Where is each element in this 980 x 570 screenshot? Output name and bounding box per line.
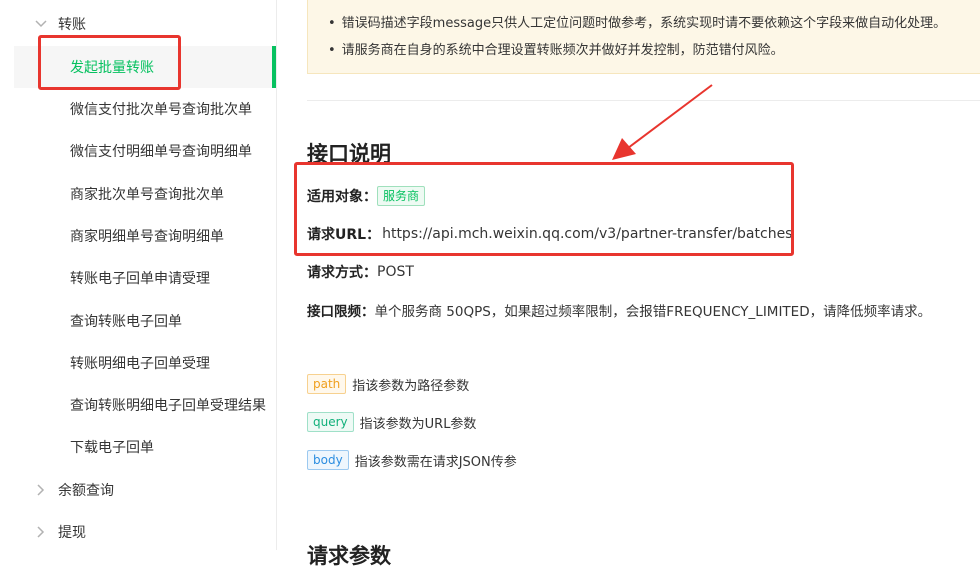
api-method-key: 请求方式：: [307, 265, 377, 281]
sidebar-item-initiate-batch-transfer[interactable]: 发起批量转账: [14, 46, 276, 88]
sidebar-item-query-detail-by-wx-id[interactable]: 微信支付明细单号查询明细单: [14, 130, 276, 172]
sidebar-item-query-detail-by-merchant-id[interactable]: 商家明细单号查询明细单: [14, 215, 276, 257]
sidebar-item-label: 查询转账电子回单: [70, 314, 182, 330]
legend-desc: 指该参数需在请求JSON传参: [354, 454, 517, 470]
notice-line: • 请服务商在自身的系统中合理设置转账频次并做好并发控制，防范错付风险。: [328, 39, 784, 58]
legend-path: path 指该参数为路径参数: [307, 374, 469, 394]
api-url-key: 请求URL：: [307, 227, 381, 243]
sidebar-item-query-batch-by-merchant-id[interactable]: 商家批次单号查询批次单: [14, 173, 276, 215]
main-content: • 错误码描述字段message只供人工定位问题时做参考，系统实现时请不要依赖这个…: [277, 0, 980, 568]
notice-text: 请服务商在自身的系统中合理设置转账频次并做好并发控制，防范错付风险。: [341, 43, 784, 58]
notice-line: • 错误码描述字段message只供人工定位问题时做参考，系统实现时请不要依赖这个…: [328, 12, 946, 31]
api-method-row: 请求方式： POST: [307, 262, 414, 282]
sidebar-nav: 转账 发起批量转账 微信支付批次单号查询批次单 微信支付明细单号查询明细单 商家…: [0, 0, 277, 550]
sidebar-group-label: 余额查询: [58, 483, 114, 499]
sidebar-item-query-transfer-receipt[interactable]: 查询转账电子回单: [14, 300, 276, 342]
path-badge: path: [307, 374, 347, 394]
api-target-key: 适用对象：: [307, 189, 377, 205]
sidebar-item-label: 微信支付明细单号查询明细单: [70, 144, 252, 160]
sidebar-item-download-receipt[interactable]: 下载电子回单: [14, 426, 276, 468]
sidebar-item-query-detail-receipt-result[interactable]: 查询转账明细电子回单受理结果: [14, 384, 276, 426]
sidebar-item-label: 商家批次单号查询批次单: [70, 187, 224, 203]
api-limit-value: 单个服务商 50QPS，如果超过频率限制，会报错FREQUENCY_LIMITE…: [374, 304, 932, 320]
api-limit-row: 接口限频： 单个服务商 50QPS，如果超过频率限制，会报错FREQUENCY_…: [307, 300, 931, 320]
sidebar-group-label: 转账: [58, 17, 86, 33]
body-badge: body: [307, 450, 349, 470]
sidebar-item-apply-transfer-receipt[interactable]: 转账电子回单申请受理: [14, 257, 276, 299]
section-title-api: 接口说明: [307, 142, 391, 166]
sidebar-item-label: 下载电子回单: [70, 440, 154, 456]
section-title-request-params: 请求参数: [307, 544, 391, 568]
legend-body: body 指该参数需在请求JSON传参: [307, 450, 517, 470]
legend-query: query 指该参数为URL参数: [307, 412, 476, 432]
chevron-right-icon: [34, 483, 48, 497]
sidebar-group-withdraw[interactable]: 提现: [0, 511, 276, 553]
sidebar-item-label: 发起批量转账: [70, 60, 154, 76]
chevron-down-icon: [34, 17, 48, 31]
api-url-value[interactable]: https://api.mch.weixin.qq.com/v3/partner…: [382, 226, 792, 242]
sidebar-item-query-batch-by-wx-id[interactable]: 微信支付批次单号查询批次单: [14, 88, 276, 130]
sidebar-group-balance[interactable]: 余额查询: [0, 469, 276, 511]
notice-box: • 错误码描述字段message只供人工定位问题时做参考，系统实现时请不要依赖这个…: [307, 0, 980, 74]
sidebar-item-label: 微信支付批次单号查询批次单: [70, 102, 252, 118]
sidebar-item-label: 商家明细单号查询明细单: [70, 229, 224, 245]
chevron-right-icon: [34, 525, 48, 539]
api-url-row: 请求URL： https://api.mch.weixin.qq.com/v3/…: [307, 224, 792, 244]
bullet-icon: •: [328, 43, 336, 58]
sidebar-item-label: 查询转账明细电子回单受理结果: [70, 398, 266, 414]
sidebar-item-label: 转账明细电子回单受理: [70, 356, 210, 372]
sidebar-item-apply-detail-receipt[interactable]: 转账明细电子回单受理: [14, 342, 276, 384]
legend-desc: 指该参数为路径参数: [352, 378, 470, 394]
api-method-value: POST: [377, 264, 414, 280]
api-target-badge: 服务商: [377, 186, 426, 206]
legend-desc: 指该参数为URL参数: [359, 416, 477, 432]
api-limit-key: 接口限频：: [307, 304, 375, 320]
divider: [307, 100, 980, 101]
sidebar-item-label: 转账电子回单申请受理: [70, 271, 210, 287]
query-badge: query: [307, 412, 354, 432]
bullet-icon: •: [328, 16, 336, 31]
notice-text: 错误码描述字段message只供人工定位问题时做参考，系统实现时请不要依赖这个字…: [341, 16, 947, 31]
sidebar-group-label: 提现: [58, 525, 86, 541]
api-target-row: 适用对象： 服务商: [307, 186, 426, 206]
sidebar-group-transfer[interactable]: 转账: [0, 3, 276, 45]
